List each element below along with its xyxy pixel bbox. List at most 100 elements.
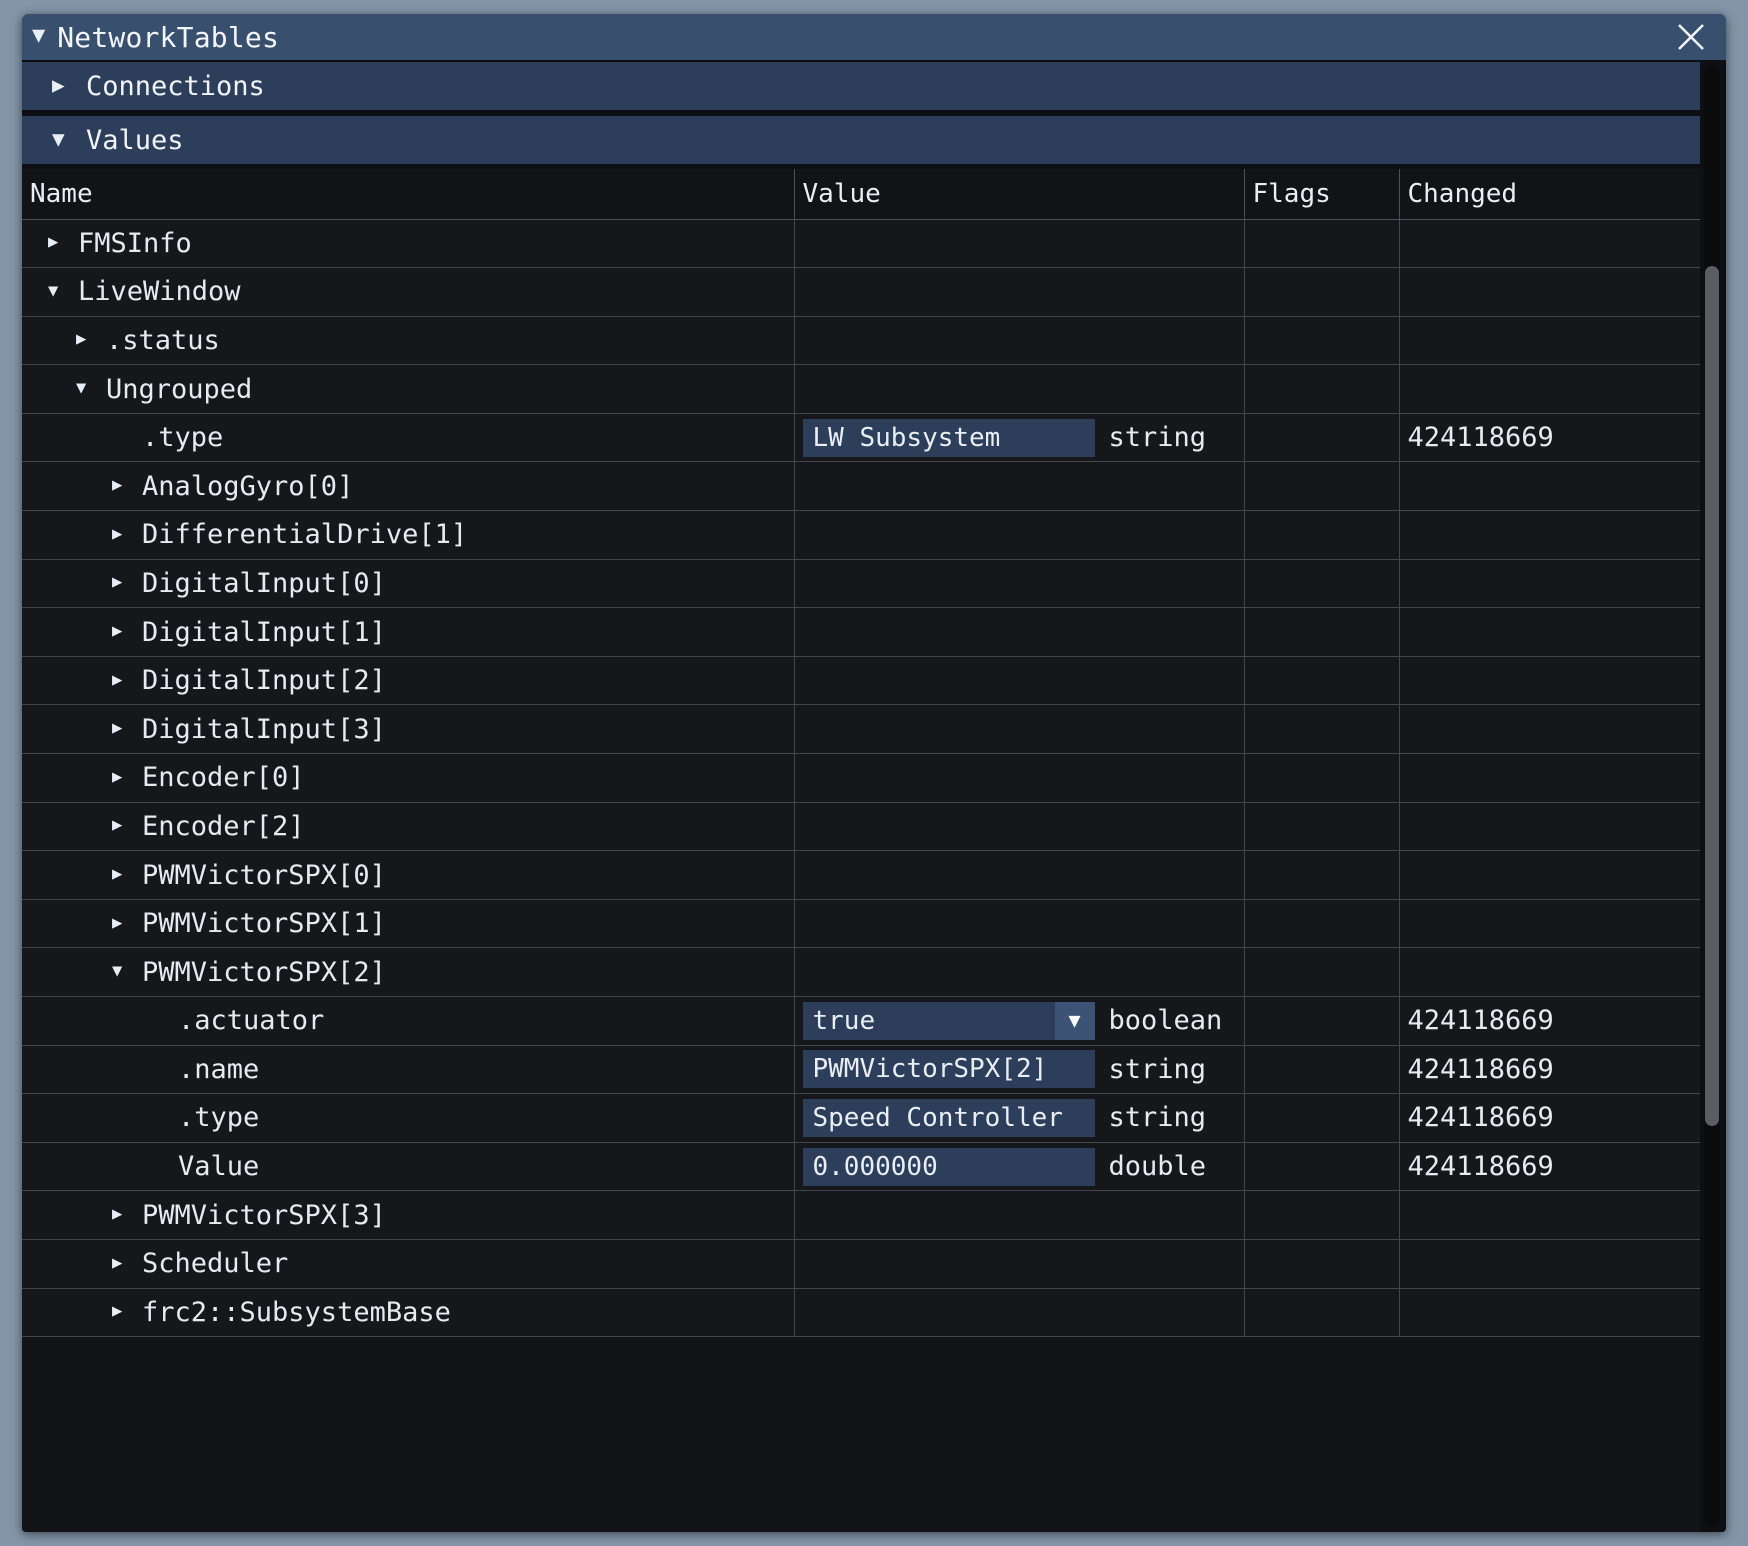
tree-node[interactable]: ▶PWMVictorSPX[1] <box>30 910 794 937</box>
cell-value[interactable] <box>794 608 1244 657</box>
value-input[interactable]: PWMVictorSPX[2] <box>803 1050 1095 1088</box>
triangle-right-icon[interactable]: ▶ <box>76 331 102 348</box>
table-row[interactable]: ▶FMSInfo <box>22 219 1700 268</box>
table-row[interactable]: ▶frc2::SubsystemBase <box>22 1288 1700 1337</box>
triangle-down-icon[interactable]: ▼ <box>48 283 74 300</box>
table-row[interactable]: ▶PWMVictorSPX[1] <box>22 899 1700 948</box>
table-row[interactable]: ▶.typeSpeed Controllerstring424118669 <box>22 1094 1700 1143</box>
tree-node[interactable]: ▶AnalogGyro[0] <box>30 473 794 500</box>
value-input[interactable]: 0.000000 <box>803 1148 1095 1186</box>
tree-node[interactable]: ▶PWMVictorSPX[3] <box>30 1202 794 1229</box>
cell-value[interactable] <box>794 268 1244 317</box>
table-row[interactable]: ▶DigitalInput[2] <box>22 656 1700 705</box>
cell-name[interactable]: ▶DigitalInput[0] <box>22 559 794 608</box>
cell-name[interactable]: ▶Encoder[2] <box>22 802 794 851</box>
triangle-right-icon[interactable]: ▶ <box>112 574 138 591</box>
triangle-right-icon[interactable]: ▶ <box>52 75 86 96</box>
cell-value[interactable]: Speed Controllerstring <box>794 1094 1244 1143</box>
table-row[interactable]: ▶.actuatortrue▼boolean424118669 <box>22 997 1700 1046</box>
tree-node[interactable]: ▼Ungrouped <box>30 376 794 403</box>
cell-value[interactable]: LW Subsystemstring <box>794 413 1244 462</box>
table-row[interactable]: ▶DigitalInput[0] <box>22 559 1700 608</box>
triangle-right-icon[interactable]: ▶ <box>48 234 74 251</box>
triangle-right-icon[interactable]: ▶ <box>112 1206 138 1223</box>
cell-name[interactable]: ▶PWMVictorSPX[0] <box>22 851 794 900</box>
cell-name[interactable]: ▶Encoder[0] <box>22 754 794 803</box>
value-input[interactable]: Speed Controller <box>803 1099 1095 1137</box>
tree-node[interactable]: ▶DigitalInput[0] <box>30 570 794 597</box>
cell-value[interactable] <box>794 656 1244 705</box>
table-row[interactable]: ▼LiveWindow <box>22 268 1700 317</box>
cell-name[interactable]: ▶DigitalInput[2] <box>22 656 794 705</box>
tree-node[interactable]: ▶Encoder[2] <box>30 813 794 840</box>
cell-name[interactable]: ▼PWMVictorSPX[2] <box>22 948 794 997</box>
tree-node[interactable]: ▶.type <box>30 1104 794 1131</box>
table-row[interactable]: ▼Ungrouped <box>22 365 1700 414</box>
cell-name[interactable]: ▶frc2::SubsystemBase <box>22 1288 794 1337</box>
tree-node[interactable]: ▶PWMVictorSPX[0] <box>30 862 794 889</box>
triangle-right-icon[interactable]: ▶ <box>112 866 138 883</box>
triangle-right-icon[interactable]: ▶ <box>112 1303 138 1320</box>
tree-node[interactable]: ▶FMSInfo <box>30 230 794 257</box>
cell-value[interactable] <box>794 559 1244 608</box>
cell-name[interactable]: ▶.type <box>22 1094 794 1143</box>
cell-name[interactable]: ▶AnalogGyro[0] <box>22 462 794 511</box>
cell-name[interactable]: ▶.status <box>22 316 794 365</box>
cell-value[interactable] <box>794 948 1244 997</box>
cell-value[interactable] <box>794 365 1244 414</box>
triangle-down-icon[interactable]: ▼ <box>112 963 138 980</box>
cell-value[interactable] <box>794 899 1244 948</box>
tree-node[interactable]: ▶.status <box>30 327 794 354</box>
tree-node[interactable]: ▶.actuator <box>30 1007 794 1034</box>
table-row[interactable]: ▶Value0.000000double424118669 <box>22 1142 1700 1191</box>
tree-node[interactable]: ▶DigitalInput[1] <box>30 619 794 646</box>
tree-node[interactable]: ▶DigitalInput[2] <box>30 667 794 694</box>
cell-value[interactable]: PWMVictorSPX[2]string <box>794 1045 1244 1094</box>
triangle-right-icon[interactable]: ▶ <box>112 817 138 834</box>
cell-name[interactable]: ▶DifferentialDrive[1] <box>22 511 794 560</box>
value-input[interactable]: LW Subsystem <box>803 419 1095 457</box>
column-header-changed[interactable]: Changed <box>1399 169 1700 219</box>
cell-value[interactable] <box>794 219 1244 268</box>
cell-name[interactable]: ▶Scheduler <box>22 1239 794 1288</box>
triangle-right-icon[interactable]: ▶ <box>112 477 138 494</box>
table-row[interactable]: ▶Scheduler <box>22 1239 1700 1288</box>
tree-node[interactable]: ▶DigitalInput[3] <box>30 716 794 743</box>
cell-name[interactable]: ▶FMSInfo <box>22 219 794 268</box>
cell-value[interactable] <box>794 754 1244 803</box>
table-row[interactable]: ▶.typeLW Subsystemstring424118669 <box>22 413 1700 462</box>
table-row[interactable]: ▼PWMVictorSPX[2] <box>22 948 1700 997</box>
triangle-right-icon[interactable]: ▶ <box>112 915 138 932</box>
triangle-right-icon[interactable]: ▶ <box>112 1255 138 1272</box>
column-header-flags[interactable]: Flags <box>1244 169 1399 219</box>
vertical-scrollbar[interactable] <box>1704 66 1720 1526</box>
column-header-name[interactable]: Name <box>22 169 794 219</box>
tree-node[interactable]: ▶Scheduler <box>30 1250 794 1277</box>
cell-value[interactable] <box>794 316 1244 365</box>
table-row[interactable]: ▶DigitalInput[3] <box>22 705 1700 754</box>
cell-name[interactable]: ▶DigitalInput[3] <box>22 705 794 754</box>
section-header-values[interactable]: ▼ Values <box>22 116 1700 164</box>
close-icon[interactable] <box>1672 18 1710 56</box>
triangle-right-icon[interactable]: ▶ <box>112 526 138 543</box>
tree-node[interactable]: ▶.name <box>30 1056 794 1083</box>
table-row[interactable]: ▶.namePWMVictorSPX[2]string424118669 <box>22 1045 1700 1094</box>
triangle-right-icon[interactable]: ▶ <box>112 769 138 786</box>
table-row[interactable]: ▶PWMVictorSPX[3] <box>22 1191 1700 1240</box>
triangle-right-icon[interactable]: ▶ <box>112 623 138 640</box>
cell-value[interactable] <box>794 1239 1244 1288</box>
cell-name[interactable]: ▶.name <box>22 1045 794 1094</box>
cell-name[interactable]: ▼Ungrouped <box>22 365 794 414</box>
chevron-down-icon[interactable]: ▼ <box>1055 1002 1095 1040</box>
cell-name[interactable]: ▶.type <box>22 413 794 462</box>
table-row[interactable]: ▶DigitalInput[1] <box>22 608 1700 657</box>
scrollbar-thumb[interactable] <box>1705 266 1719 1126</box>
tree-node[interactable]: ▼PWMVictorSPX[2] <box>30 959 794 986</box>
cell-value[interactable] <box>794 802 1244 851</box>
cell-value[interactable] <box>794 1288 1244 1337</box>
cell-name[interactable]: ▼LiveWindow <box>22 268 794 317</box>
cell-name[interactable]: ▶Value <box>22 1142 794 1191</box>
cell-name[interactable]: ▶DigitalInput[1] <box>22 608 794 657</box>
cell-name[interactable]: ▶PWMVictorSPX[3] <box>22 1191 794 1240</box>
cell-value[interactable] <box>794 462 1244 511</box>
